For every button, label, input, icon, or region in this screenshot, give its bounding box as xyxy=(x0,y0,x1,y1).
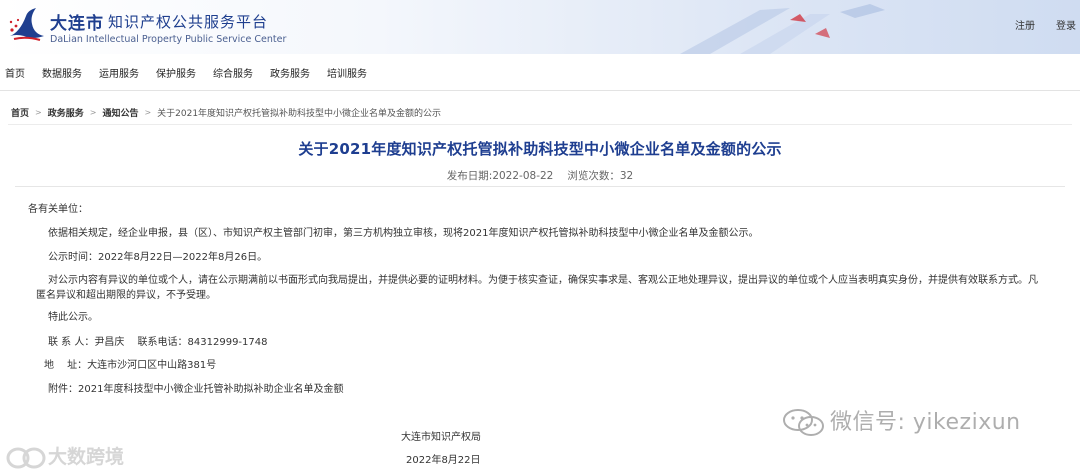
breadcrumb-home[interactable]: 首页 xyxy=(11,106,29,119)
breadcrumb-divider xyxy=(8,124,1072,125)
paragraph-objection-line1: 对公示内容有异议的单位或个人，请在公示期满前以书面形式向我局提出，并提供必要的证… xyxy=(48,275,1038,286)
nav-item-protection-services[interactable]: 保护服务 xyxy=(156,65,196,80)
article-meta: 发布日期:2022-08-22 浏览次数：32 xyxy=(0,168,1080,183)
brand-city: 大连市 xyxy=(50,14,104,34)
watermark-logo-icon xyxy=(6,447,46,468)
wechat-watermark-text: 微信号: yikezixun xyxy=(830,410,1021,435)
breadcrumb-current: 关于2021年度知识产权托管拟补助科技型中小微企业名单及金额的公示 xyxy=(157,109,442,119)
nav-item-comprehensive-services[interactable]: 综合服务 xyxy=(213,65,253,80)
signature: 大连市知识产权局 xyxy=(401,432,481,443)
nav-item-data-services[interactable]: 数据服务 xyxy=(42,65,82,80)
nav-item-application-services[interactable]: 运用服务 xyxy=(99,65,139,80)
login-link[interactable]: 登录 xyxy=(1056,17,1080,32)
register-link[interactable]: 注册 xyxy=(1015,17,1035,32)
wechat-watermark: 微信号: yikezixun xyxy=(782,404,1021,438)
nav-item-home[interactable]: 首页 xyxy=(5,65,25,80)
wechat-icon xyxy=(783,409,824,436)
breadcrumb-government-services[interactable]: 政务服务 xyxy=(48,106,84,119)
main-nav: 首页 数据服务 运用服务 保护服务 综合服务 政务服务 培训服务 xyxy=(0,65,379,80)
signature-date: 2022年8月22日 xyxy=(406,455,481,466)
brand-watermark: 大数跨境 xyxy=(4,442,124,470)
paragraph-objection-line2: 匿名异议和超出期限的异议，不予受理。 xyxy=(36,290,216,301)
publish-date: 发布日期:2022-08-22 xyxy=(446,170,554,182)
article-title: 关于2021年度知识产权托管拟补助科技型中小微企业名单及金额的公示 xyxy=(298,140,782,158)
nav-item-government-services[interactable]: 政务服务 xyxy=(270,65,310,80)
chevron-right-icon: > xyxy=(89,108,97,117)
chevron-right-icon: > xyxy=(35,108,42,117)
paragraph-notice: 特此公示。 xyxy=(48,312,98,323)
nav-divider xyxy=(0,90,1080,91)
dalian-logo-icon xyxy=(9,8,44,41)
breadcrumb-notices[interactable]: 通知公告 xyxy=(102,106,138,119)
address-info: 地 址：大连市沙河口区中山路381号 xyxy=(44,360,217,371)
brand-title-en: DaLian Intellectual Property Public Serv… xyxy=(50,34,287,45)
view-count: 浏览次数：32 xyxy=(567,170,634,182)
attachment-link[interactable]: 附件：2021年度科技型中小微企业托管补助拟补助企业名单及金额 xyxy=(48,380,343,395)
brand-watermark-text: 大数跨境 xyxy=(48,446,125,468)
nav-item-training-services[interactable]: 培训服务 xyxy=(327,65,367,80)
meta-divider xyxy=(15,186,1065,187)
paragraph-period: 公示时间：2022年8月22日—2022年8月26日。 xyxy=(48,252,268,263)
breadcrumb: 首页 > 政务服务 > 通知公告 > 关于2021年度知识产权托管拟补助科技型中… xyxy=(11,106,441,119)
chevron-right-icon: > xyxy=(144,108,152,117)
paragraph-basis: 依据相关规定，经企业申报，县（区）、市知识产权主管部门初审，第三方机构独立审核，… xyxy=(48,228,759,239)
brand-title: 知识产权公共服务平台 xyxy=(108,13,269,31)
header-decoration xyxy=(680,4,885,54)
contact-info: 联 系 人：尹昌庆 联系电话：84312999-1748 xyxy=(48,337,268,348)
salutation: 各有关单位： xyxy=(28,204,88,215)
site-header: 大连市 知识产权公共服务平台 DaLian Intellectual Prope… xyxy=(0,0,1080,54)
